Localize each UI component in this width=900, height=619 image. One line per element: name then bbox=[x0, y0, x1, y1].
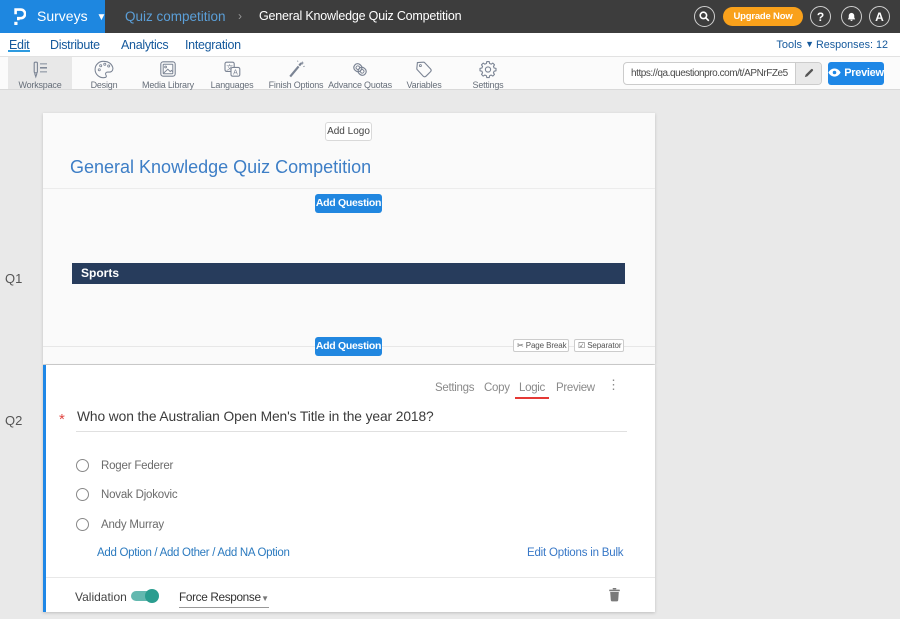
svg-text:A: A bbox=[233, 69, 238, 76]
